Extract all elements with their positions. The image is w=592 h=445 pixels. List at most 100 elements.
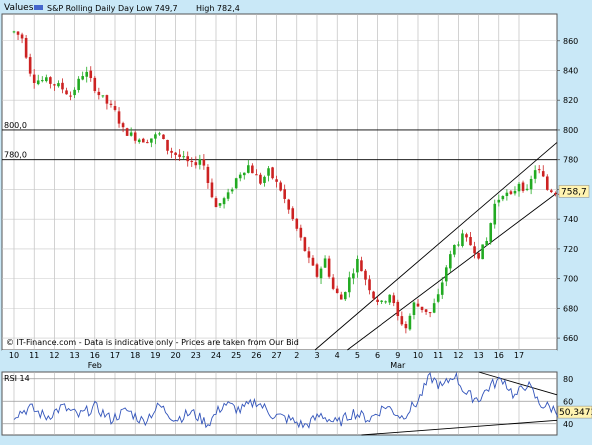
- candle-body: [444, 267, 448, 282]
- candle-body: [331, 277, 335, 289]
- candle-body: [279, 182, 282, 191]
- candle-body: [356, 258, 359, 273]
- candle-body: [117, 111, 121, 124]
- candle-body: [339, 294, 343, 300]
- candle-body: [432, 303, 436, 313]
- candle-body: [505, 192, 509, 197]
- candle-body: [226, 192, 230, 199]
- candle-body: [550, 190, 553, 193]
- candle-body: [303, 237, 307, 251]
- candle-body: [113, 106, 117, 110]
- candle-body: [141, 138, 145, 143]
- x-tick-label: 13: [70, 351, 80, 360]
- candle-body: [461, 233, 464, 246]
- candle-body: [352, 273, 355, 279]
- candle-body: [477, 252, 480, 259]
- candle-body: [81, 76, 84, 80]
- price-y-tick-label: 680: [563, 304, 578, 313]
- x-tick-label: 3: [314, 351, 319, 360]
- candle-body: [105, 95, 109, 104]
- candle-body: [485, 240, 488, 246]
- price-plot-area: [1, 13, 558, 351]
- candle-body: [545, 176, 549, 190]
- candle-body: [69, 95, 72, 97]
- candle-body: [174, 152, 177, 155]
- candle-body: [392, 295, 396, 304]
- candle-body: [12, 31, 16, 33]
- candle-body: [158, 133, 161, 135]
- candle-body: [388, 294, 392, 303]
- rsi-title: RSI 14: [4, 374, 30, 383]
- level-label: 780,0: [4, 151, 27, 160]
- price-y-tick-label: 720: [563, 245, 578, 254]
- candle-body: [186, 156, 190, 162]
- candle-body: [384, 301, 387, 303]
- candle-body: [210, 182, 214, 198]
- candle-body: [85, 71, 89, 77]
- candle-body: [469, 236, 472, 246]
- candle-body: [424, 309, 428, 312]
- candle-body: [238, 174, 242, 179]
- candle-body: [36, 80, 40, 85]
- x-tick-label: 10: [413, 351, 423, 360]
- price-y-tick-label: 840: [563, 66, 578, 75]
- candle-body: [315, 264, 319, 277]
- candle-body: [28, 57, 32, 74]
- candle-body: [45, 77, 48, 82]
- price-y-tick-label: 740: [563, 215, 578, 224]
- candle-body: [533, 170, 537, 179]
- candle-body: [267, 168, 270, 176]
- rsi-y-tick-label: 60: [563, 397, 573, 406]
- price-y-tick-label: 660: [563, 334, 578, 343]
- candle-body: [137, 139, 141, 143]
- candle-body: [380, 300, 383, 302]
- price-y-tick-label: 780: [563, 156, 578, 165]
- candle-body: [24, 37, 28, 58]
- svg-text:758,7: 758,7: [561, 187, 587, 197]
- candle-body: [287, 199, 291, 210]
- rsi-y-tick-label: 80: [563, 375, 573, 384]
- x-tick-label: 27: [272, 351, 282, 360]
- x-tick-label: 26: [251, 351, 261, 360]
- candle-body: [218, 203, 222, 206]
- candle-body: [360, 260, 363, 272]
- candle-body: [230, 189, 234, 192]
- candle-body: [453, 244, 456, 255]
- candle-body: [247, 165, 250, 173]
- price-y-tick-label: 700: [563, 275, 578, 284]
- x-tick-label: 12: [49, 351, 59, 360]
- candle-body: [190, 161, 194, 163]
- x-tick-label: 19: [150, 351, 160, 360]
- candle-body: [525, 188, 529, 190]
- candle-body: [457, 244, 460, 246]
- x-tick-label: 16: [494, 351, 504, 360]
- candle-body: [194, 162, 198, 166]
- candle-body: [513, 190, 517, 194]
- candle-body: [420, 306, 424, 310]
- candle-body: [259, 174, 262, 184]
- candle-body: [473, 246, 476, 254]
- candle-body: [154, 134, 157, 139]
- candle-body: [121, 123, 125, 128]
- x-tick-label: 5: [355, 351, 360, 360]
- x-tick-label: 24: [211, 351, 221, 360]
- candle-body: [275, 179, 278, 182]
- x-tick-label: 23: [191, 351, 201, 360]
- candle-body: [497, 199, 501, 203]
- candle-body: [509, 191, 513, 194]
- candle-body: [481, 244, 484, 260]
- candle-body: [89, 70, 93, 79]
- candle-body: [133, 132, 137, 141]
- candle-body: [501, 196, 505, 200]
- source-note: © IT-Finance.com - Data is indicative on…: [6, 338, 299, 347]
- candle-body: [263, 176, 266, 183]
- x-tick-label: 2: [294, 351, 299, 360]
- candle-body: [271, 167, 274, 179]
- candle-body: [537, 169, 541, 171]
- candle-body: [348, 277, 351, 293]
- candle-body: [222, 198, 226, 205]
- candle-body: [162, 134, 165, 140]
- candle-body: [372, 291, 375, 299]
- x-tick-label: 11: [433, 351, 443, 360]
- candle-body: [182, 156, 185, 158]
